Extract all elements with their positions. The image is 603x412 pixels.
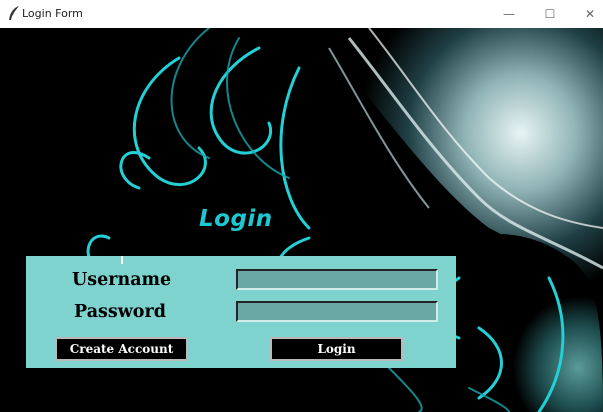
maximize-button[interactable]: ☐ bbox=[535, 4, 565, 24]
create-account-button[interactable]: Create Account bbox=[55, 337, 188, 361]
login-heading: Login bbox=[199, 206, 273, 232]
minimize-button[interactable]: — bbox=[494, 4, 524, 24]
close-icon: ✕ bbox=[584, 7, 596, 21]
username-label: Username bbox=[72, 270, 172, 290]
window-title: Login Form bbox=[22, 7, 83, 20]
login-button[interactable]: Login bbox=[270, 337, 403, 361]
window-titlebar[interactable]: Login Form — ☐ ✕ bbox=[0, 0, 603, 28]
feather-icon bbox=[9, 6, 19, 20]
password-field[interactable] bbox=[236, 301, 438, 322]
username-field[interactable] bbox=[236, 269, 438, 290]
maximize-icon: ☐ bbox=[544, 7, 556, 21]
close-button[interactable]: ✕ bbox=[575, 4, 603, 24]
password-label: Password bbox=[74, 302, 166, 322]
minimize-icon: — bbox=[503, 7, 515, 21]
panel-divider-mark bbox=[121, 256, 123, 264]
